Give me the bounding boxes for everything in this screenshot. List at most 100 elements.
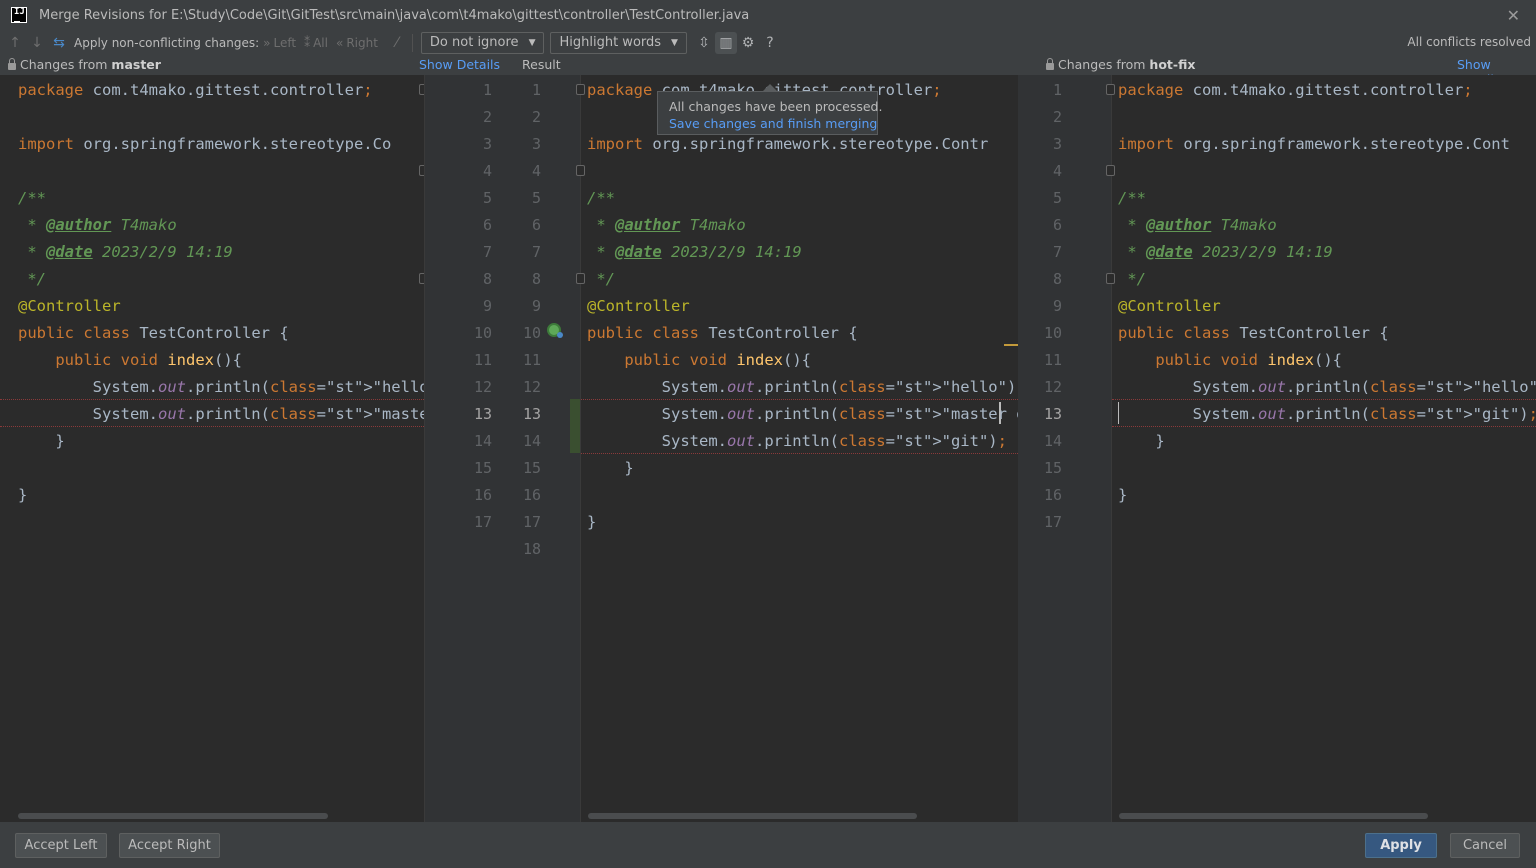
code-line[interactable]: } (1118, 482, 1127, 509)
magic-resolve-icon[interactable]: ⇆ (48, 32, 70, 54)
code-line[interactable]: System.out.println(class="st">"git"); (1118, 401, 1536, 428)
line-number: 2 (1052, 108, 1062, 126)
lock-icon (8, 58, 16, 70)
change-marker (1004, 344, 1018, 346)
code-line[interactable]: * @author T4mako (587, 212, 745, 239)
horizontal-scrollbar[interactable] (1119, 813, 1428, 819)
help-icon[interactable]: ? (759, 32, 781, 54)
fold-marker-icon[interactable] (576, 165, 585, 176)
fold-marker-icon[interactable] (1106, 273, 1115, 284)
code-line[interactable]: */ (18, 266, 46, 293)
code-line[interactable]: public class TestController { (1118, 320, 1389, 347)
code-line[interactable]: System.out.println(class="st">"hello"); (587, 374, 1018, 401)
code-line[interactable]: public class TestController { (587, 320, 858, 347)
fold-marker-icon[interactable] (1106, 165, 1115, 176)
chevron-down-icon: ▼ (671, 37, 678, 48)
code-line[interactable]: * @author T4mako (18, 212, 176, 239)
line-number: 9 (482, 297, 492, 315)
apply-button[interactable]: Apply (1365, 833, 1437, 858)
code-line[interactable]: * @date 2023/2/9 14:19 (1118, 239, 1332, 266)
left-show-details-link[interactable]: Show Details (419, 57, 500, 72)
code-line[interactable]: package com.t4mako.gittest.controller; (1118, 77, 1473, 104)
line-number: 2 (482, 108, 492, 126)
tooltip-message: All changes have been processed. (669, 99, 883, 114)
apply-right-button[interactable]: «Right (336, 36, 378, 50)
double-chevron-right-icon: » (263, 35, 271, 50)
code-line[interactable]: */ (1118, 266, 1146, 293)
right-header-prefix: Changes from (1058, 57, 1146, 72)
line-number: 11 (1043, 351, 1062, 369)
magic-icon: ⁑ (304, 35, 311, 50)
code-line[interactable]: /** (1118, 185, 1146, 212)
horizontal-scrollbar[interactable] (18, 813, 328, 819)
left-header-prefix: Changes from (20, 57, 108, 72)
accept-right-button[interactable]: Accept Right (119, 833, 220, 858)
save-and-finish-link[interactable]: Save changes and finish merging (669, 115, 877, 132)
settings-gear-icon[interactable]: ⚙ (737, 32, 759, 54)
fold-marker-icon[interactable] (576, 84, 585, 95)
left-editor-pane[interactable]: package com.t4mako.gittest.controller; im… (0, 75, 424, 822)
next-change-icon[interactable]: ↓ (26, 32, 48, 54)
code-line[interactable]: * @date 2023/2/9 14:19 (18, 239, 232, 266)
fold-marker-icon[interactable] (576, 273, 585, 284)
wand-icon[interactable]: ⁄ (386, 32, 408, 54)
code-line[interactable]: @Controller (18, 293, 121, 320)
line-number: 14 (522, 432, 541, 450)
cancel-button[interactable]: Cancel (1450, 833, 1520, 858)
ignore-whitespace-dropdown[interactable]: Do not ignore ▼ (420, 31, 545, 54)
applied-change-marker (570, 399, 580, 453)
code-line[interactable]: System.out.println(class="st">"master gi… (587, 401, 1018, 428)
code-line[interactable]: public void index(){ (18, 347, 242, 374)
right-editor-pane[interactable]: package com.t4mako.gittest.controller; im… (1112, 75, 1536, 822)
code-line[interactable]: } (18, 482, 27, 509)
previous-change-icon[interactable]: ↑ (4, 32, 26, 54)
code-line[interactable]: public class TestController { (18, 320, 289, 347)
code-line[interactable]: /** (587, 185, 615, 212)
code-line[interactable]: } (1118, 428, 1164, 455)
highlight-mode-dropdown[interactable]: Highlight words ▼ (550, 31, 687, 54)
line-number: 6 (482, 216, 492, 234)
code-line[interactable]: } (587, 455, 633, 482)
code-line[interactable]: @Controller (1118, 293, 1221, 320)
accept-left-button[interactable]: Accept Left (15, 833, 107, 858)
horizontal-scrollbar[interactable] (588, 813, 917, 819)
close-icon[interactable]: ✕ (1507, 6, 1520, 25)
code-line[interactable]: import org.springframework.stereotype.Co… (1118, 131, 1510, 158)
line-number: 8 (482, 270, 492, 288)
code-line[interactable]: } (18, 428, 64, 455)
code-line[interactable]: System.out.println(class="st">"hello"); (1118, 374, 1536, 401)
line-number: 1 (1052, 81, 1062, 99)
toolbar: ↑ ↓ ⇆ Apply non-conflicting changes: » Le… (0, 30, 1536, 55)
code-line[interactable]: * @author T4mako (1118, 212, 1276, 239)
code-line[interactable]: System.out.println(class="st">"hello"); (18, 374, 424, 401)
code-line[interactable]: System.out.println(class="st">"git"); (587, 428, 1007, 455)
code-line[interactable]: * @date 2023/2/9 14:19 (587, 239, 801, 266)
resolved-conflict-icon[interactable] (547, 323, 563, 338)
line-number: 14 (473, 432, 492, 450)
code-line[interactable]: import org.springframework.stereotype.Co (18, 131, 391, 158)
tooltip-arrow (763, 84, 777, 91)
code-line[interactable]: @Controller (587, 293, 690, 320)
line-number: 5 (482, 189, 492, 207)
code-line[interactable]: public void index(){ (1118, 347, 1342, 374)
line-number: 11 (473, 351, 492, 369)
code-line[interactable]: */ (587, 266, 615, 293)
apply-left-label: Left (273, 35, 297, 50)
pane-divider[interactable] (424, 75, 425, 822)
window-title: Merge Revisions for E:\Study\Code\Git\Gi… (39, 7, 750, 23)
line-number: 14 (1043, 432, 1062, 450)
code-line[interactable]: public void index(){ (587, 347, 811, 374)
toolbar-separator (411, 33, 413, 52)
apply-all-button[interactable]: ⁑ All (304, 36, 328, 50)
code-line[interactable]: } (587, 509, 596, 536)
code-line[interactable]: import org.springframework.stereotype.Co… (587, 131, 988, 158)
fold-marker-icon[interactable] (1106, 84, 1115, 95)
code-line[interactable]: System.out.println(class="st">"master gi… (18, 401, 424, 428)
code-line[interactable]: package com.t4mako.gittest.controller; (18, 77, 373, 104)
code-line[interactable]: /** (18, 185, 46, 212)
sync-scroll-icon[interactable]: ▥ (714, 31, 737, 54)
apply-left-button[interactable]: » Left (263, 36, 296, 50)
pane-headers: Changes from master Show Details Result … (0, 55, 1536, 87)
result-editor-pane[interactable]: package com.t4mako.gittest.controller; im… (581, 75, 1018, 822)
collapse-unchanged-icon[interactable]: ⇳ (693, 32, 715, 54)
